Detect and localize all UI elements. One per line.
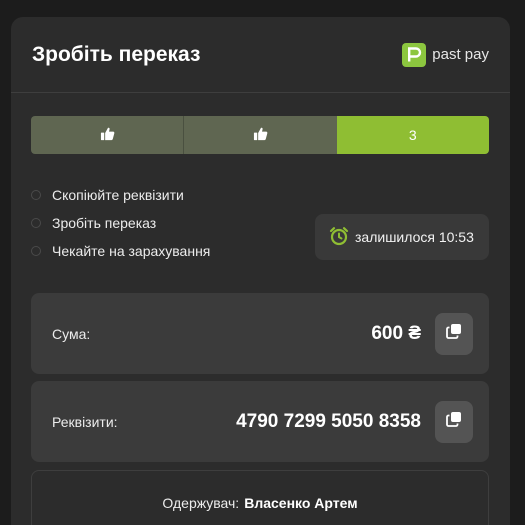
step-3-label: 3 (408, 127, 417, 143)
countdown-timer: залишилося 10:53 (315, 214, 489, 260)
card-header: Зробіть переказ past pay (11, 17, 510, 93)
list-item: Зробіть переказ (31, 209, 210, 237)
recipient-box: Одержувач: Власенко Артем (31, 470, 489, 525)
timer-label: залишилося 10:53 (355, 229, 474, 245)
copy-icon (446, 411, 462, 432)
copy-details-button[interactable] (435, 400, 473, 443)
bullet-circle-icon (31, 190, 41, 200)
instructions-list: Скопіюйте реквізити Зробіть переказ Чека… (31, 181, 210, 265)
details-label: Реквізити: (52, 413, 118, 430)
step-3: 3 (336, 116, 489, 154)
thumbs-up-icon (253, 126, 268, 144)
amount-label: Сума: (52, 325, 91, 342)
list-item: Скопіюйте реквізити (31, 181, 210, 209)
recipient-name: Власенко Артем (244, 495, 358, 511)
details-row: Реквізити: 4790 7299 5050 8358 (31, 381, 489, 462)
copy-amount-button[interactable] (435, 312, 473, 355)
step-2 (183, 116, 337, 154)
progress-steps: 3 (31, 116, 489, 154)
card-number-value: 4790 7299 5050 8358 (236, 410, 421, 432)
list-item: Чекайте на зарахування (31, 237, 210, 265)
amount-row: Сума: 600 ₴ (31, 293, 489, 374)
thumbs-up-icon (100, 126, 115, 144)
list-item-label: Скопіюйте реквізити (52, 187, 184, 203)
list-item-label: Зробіть переказ (52, 215, 157, 231)
bullet-circle-icon (31, 218, 41, 228)
copy-icon (446, 323, 462, 344)
recipient-label: Одержувач: (162, 495, 240, 511)
bullet-circle-icon (31, 246, 41, 256)
brand-name: past pay (432, 46, 489, 63)
brand: past pay (402, 42, 489, 67)
brand-logo-icon (402, 42, 427, 67)
amount-value: 600 ₴ (371, 322, 421, 344)
page-title: Зробіть переказ (32, 42, 201, 66)
step-1 (31, 116, 184, 154)
alarm-clock-icon (329, 226, 349, 249)
list-item-label: Чекайте на зарахування (52, 243, 211, 259)
